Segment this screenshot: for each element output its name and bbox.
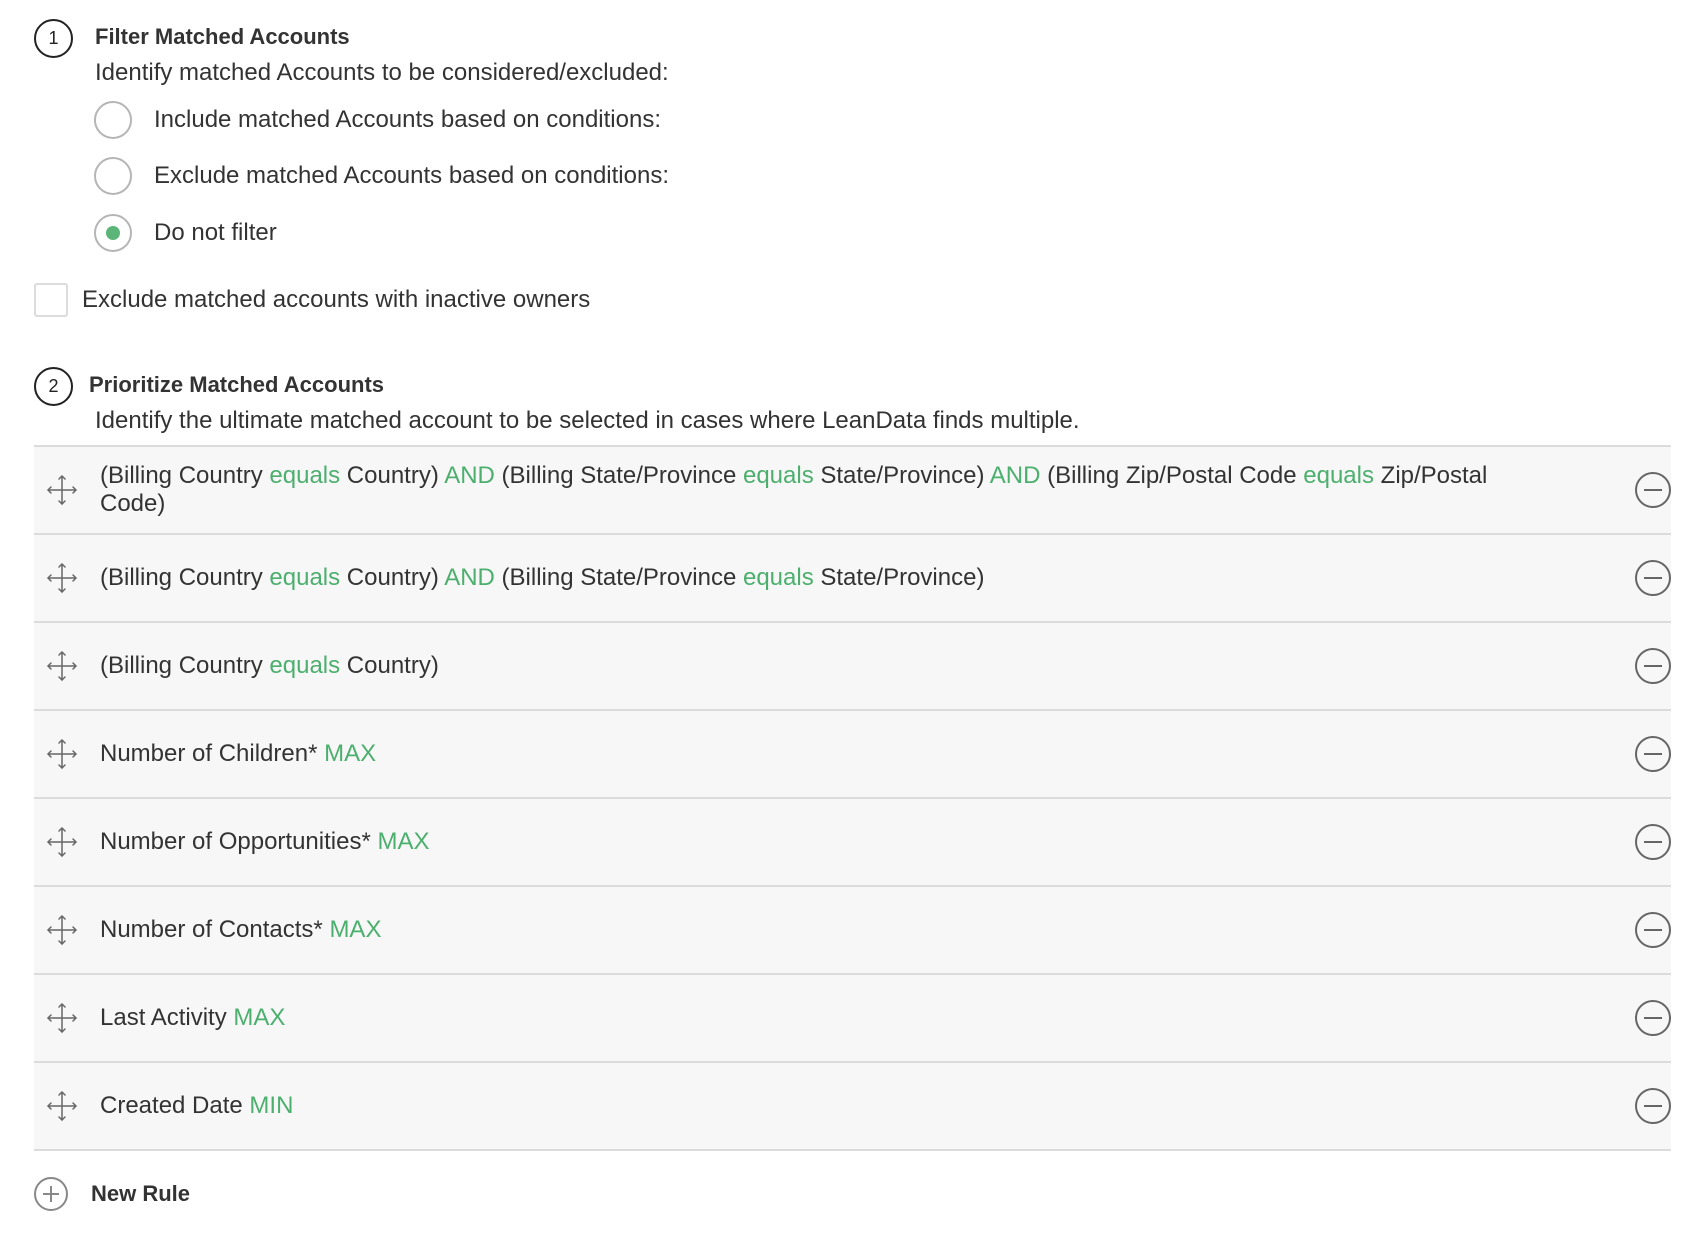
drag-handle-icon[interactable]: [44, 472, 80, 508]
drag-handle-icon[interactable]: [44, 912, 80, 948]
drag-handle-icon[interactable]: [44, 560, 80, 596]
rule-operator: AND: [989, 462, 1041, 489]
exclude-inactive-owners-option[interactable]: Exclude matched accounts with inactive o…: [34, 283, 590, 317]
drag-handle-icon[interactable]: [44, 824, 80, 860]
rule-operator: equals: [269, 652, 341, 679]
step-1-description: Identify matched Accounts to be consider…: [95, 59, 669, 86]
rule-segment: Country): [340, 652, 439, 679]
radio-button[interactable]: [94, 101, 132, 139]
priority-rule-row[interactable]: Number of Opportunities* MAX: [34, 799, 1671, 887]
exclude-inactive-owners-checkbox[interactable]: [34, 283, 68, 317]
remove-rule-minus-icon[interactable]: [1635, 736, 1671, 772]
new-rule-label: New Rule: [91, 1181, 191, 1206]
step-2-description: Identify the ultimate matched account to…: [95, 407, 1080, 434]
rule-segment: Last Activity: [100, 1004, 234, 1031]
rule-text: (Billing Country equals Country): [100, 652, 1551, 680]
priority-rule-row[interactable]: Number of Children* MAX: [34, 711, 1671, 799]
rule-operator: equals: [1303, 462, 1374, 489]
drag-handle-icon[interactable]: [44, 1088, 80, 1124]
rule-segment: (Billing State/Province: [494, 564, 743, 591]
radio-button[interactable]: [94, 157, 132, 195]
rule-text: (Billing Country equals Country) AND (Bi…: [100, 564, 1551, 592]
radio-do-not-filter[interactable]: Do not filter: [94, 214, 277, 252]
priority-rule-row[interactable]: (Billing Country equals Country) AND (Bi…: [34, 447, 1671, 535]
priority-rule-row[interactable]: (Billing Country equals Country): [34, 623, 1671, 711]
radio-include-conditions[interactable]: Include matched Accounts based on condit…: [94, 101, 661, 139]
drag-handle-icon[interactable]: [44, 736, 80, 772]
step-1-title: Filter Matched Accounts: [95, 24, 350, 49]
priority-rule-row[interactable]: Created Date MIN: [34, 1063, 1671, 1151]
remove-rule-minus-icon[interactable]: [1635, 560, 1671, 596]
rule-segment: Country): [340, 564, 445, 591]
remove-rule-minus-icon[interactable]: [1635, 1000, 1671, 1036]
radio-button-selected[interactable]: [94, 214, 132, 252]
rule-segment: Number of Children*: [100, 740, 325, 767]
rule-operator: equals: [742, 462, 814, 489]
rule-segment: (Billing Zip/Postal Code: [1040, 462, 1304, 489]
rule-operator: MAX: [329, 916, 382, 943]
rule-text: Created Date MIN: [100, 1092, 1551, 1120]
rule-segment: Number of Opportunities*: [100, 828, 378, 855]
rule-operator: AND: [444, 564, 495, 591]
remove-rule-minus-icon[interactable]: [1635, 472, 1671, 508]
rule-segment: Created Date: [100, 1092, 250, 1119]
rule-segment: Number of Contacts*: [100, 916, 330, 943]
remove-rule-minus-icon[interactable]: [1635, 824, 1671, 860]
priority-rules-list: (Billing Country equals Country) AND (Bi…: [34, 445, 1671, 1151]
drag-handle-icon[interactable]: [44, 648, 80, 684]
rule-operator: MAX: [233, 1004, 286, 1031]
drag-handle-icon[interactable]: [44, 1000, 80, 1036]
plus-circle-icon[interactable]: [34, 1177, 68, 1211]
step-2-number: 2: [34, 367, 73, 406]
rule-operator: equals: [742, 564, 814, 591]
rule-operator: MAX: [377, 828, 430, 855]
rule-segment: (Billing Country: [100, 462, 270, 489]
step-2-title: Prioritize Matched Accounts: [89, 372, 385, 397]
new-rule-button[interactable]: New Rule: [34, 1177, 190, 1211]
remove-rule-minus-icon[interactable]: [1635, 1088, 1671, 1124]
rule-operator: MAX: [324, 740, 377, 767]
radio-exclude-conditions[interactable]: Exclude matched Accounts based on condit…: [94, 157, 669, 195]
radio-label: Do not filter: [154, 219, 277, 246]
rule-segment: (Billing Country: [100, 652, 270, 679]
rule-segment: State/Province): [813, 564, 985, 591]
priority-rule-row[interactable]: (Billing Country equals Country) AND (Bi…: [34, 535, 1671, 623]
remove-rule-minus-icon[interactable]: [1635, 648, 1671, 684]
rule-segment: (Billing Country: [100, 564, 270, 591]
checkbox-label: Exclude matched accounts with inactive o…: [82, 286, 591, 313]
rule-text: Number of Children* MAX: [100, 740, 1551, 768]
rule-operator: AND: [444, 462, 495, 489]
priority-rule-row[interactable]: Last Activity MAX: [34, 975, 1671, 1063]
rule-segment: Country): [340, 462, 445, 489]
rule-text: (Billing Country equals Country) AND (Bi…: [100, 462, 1551, 518]
rule-segment: (Billing State/Province: [494, 462, 743, 489]
priority-rule-row[interactable]: Number of Contacts* MAX: [34, 887, 1671, 975]
rule-operator: equals: [269, 564, 341, 591]
rule-text: Number of Opportunities* MAX: [100, 828, 1551, 856]
rule-segment: State/Province): [813, 462, 990, 489]
radio-label: Exclude matched Accounts based on condit…: [154, 162, 669, 189]
rule-operator: MIN: [249, 1092, 294, 1119]
rule-text: Last Activity MAX: [100, 1004, 1551, 1032]
rule-text: Number of Contacts* MAX: [100, 916, 1551, 944]
radio-label: Include matched Accounts based on condit…: [154, 106, 661, 133]
remove-rule-minus-icon[interactable]: [1635, 912, 1671, 948]
rule-operator: equals: [269, 462, 341, 489]
step-1-number: 1: [34, 19, 73, 58]
